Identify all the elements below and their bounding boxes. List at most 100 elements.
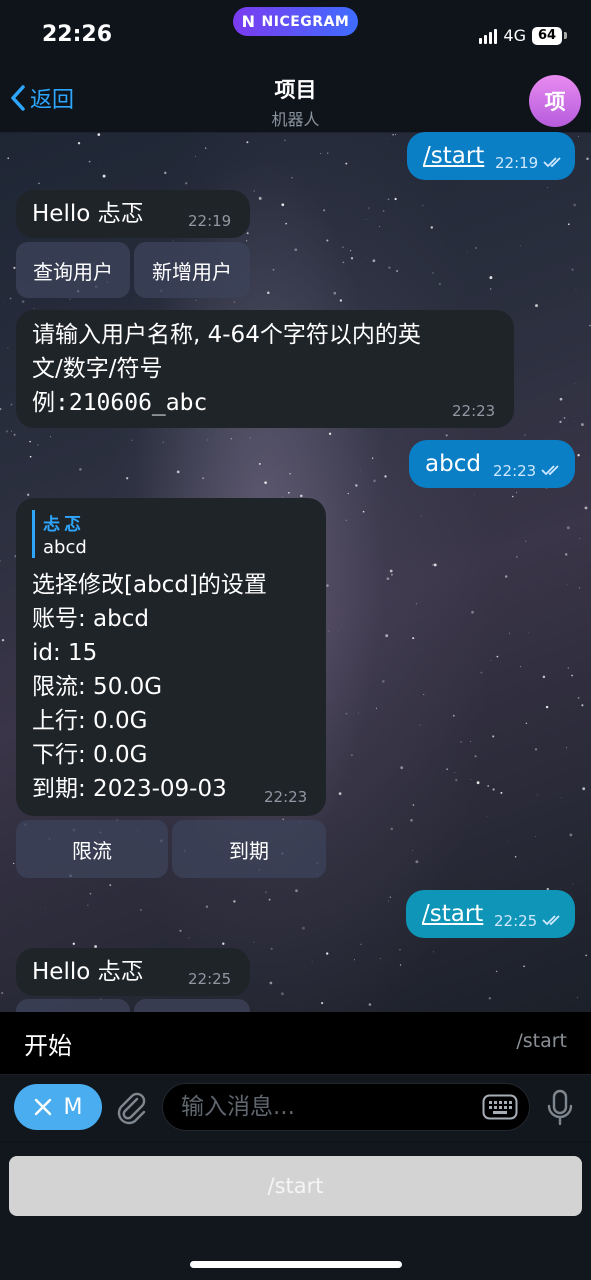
star — [176, 470, 180, 474]
star — [205, 905, 209, 908]
star — [399, 964, 402, 966]
star — [265, 891, 267, 894]
star — [490, 660, 492, 662]
star — [33, 308, 35, 310]
status-indicators: 4G 64 — [479, 26, 567, 45]
outgoing-message[interactable]: abcd 22:23 — [409, 440, 575, 488]
reply-quote[interactable]: 忐忑 abcd — [32, 510, 87, 558]
home-indicator — [190, 1261, 402, 1268]
star — [535, 836, 536, 838]
star — [563, 417, 566, 419]
star — [580, 423, 584, 427]
clock: 22:26 — [42, 22, 113, 47]
star — [99, 164, 101, 166]
limit-button[interactable]: 限流 — [16, 820, 168, 878]
star — [269, 981, 273, 985]
star — [433, 951, 435, 953]
microphone-icon[interactable] — [546, 1089, 574, 1127]
star — [542, 675, 546, 679]
star — [566, 747, 568, 749]
query-user-button[interactable]: 查询用户 — [16, 242, 130, 298]
message-input[interactable] — [162, 1083, 530, 1131]
star — [258, 196, 262, 200]
outgoing-message[interactable]: /start 22:25 — [406, 890, 575, 938]
star — [29, 440, 31, 443]
incoming-message[interactable]: 请输入用户名称, 4-64个字符以内的英 文/数字/符号 例:210606_ab… — [16, 310, 514, 428]
command-name: /start — [516, 1030, 567, 1052]
star — [321, 1002, 324, 1005]
star — [1, 638, 5, 642]
incoming-message[interactable]: Hello 忐忑 22:25 — [16, 948, 250, 996]
star — [571, 268, 574, 271]
star — [507, 841, 509, 843]
star — [474, 494, 475, 495]
signal-icon — [479, 28, 498, 44]
add-user-button[interactable]: 新增用户 — [134, 242, 250, 298]
star — [320, 153, 322, 155]
star — [572, 883, 574, 885]
message-time: 22:19 — [188, 212, 232, 230]
star — [422, 204, 424, 206]
star — [445, 434, 448, 437]
message-line: 到期: 2023-09-03 — [32, 776, 227, 802]
outgoing-message[interactable]: /start 22:19 — [407, 132, 575, 180]
star — [355, 484, 358, 487]
star — [360, 469, 361, 471]
message-time: 22:23 — [493, 462, 537, 480]
paperclip-icon[interactable] — [113, 1089, 149, 1125]
star — [97, 133, 101, 136]
inline-button-partial[interactable] — [134, 999, 250, 1012]
star — [535, 304, 538, 308]
star — [7, 157, 10, 160]
star — [179, 929, 182, 932]
star — [475, 247, 477, 249]
star — [69, 298, 71, 300]
star — [368, 207, 370, 209]
expiry-button[interactable]: 到期 — [172, 820, 326, 878]
chat-title-area[interactable]: 项目 机器人 — [0, 74, 591, 130]
star — [281, 992, 284, 996]
star — [249, 437, 251, 439]
star — [378, 225, 380, 227]
star — [333, 291, 337, 295]
star — [371, 457, 374, 459]
star — [528, 631, 529, 633]
star — [582, 787, 586, 791]
star — [230, 438, 233, 440]
star — [375, 707, 377, 709]
star — [386, 577, 390, 581]
star — [253, 190, 255, 192]
command-link[interactable]: /start — [423, 139, 484, 173]
incoming-message[interactable]: 忐忑 abcd 选择修改[abcd]的设置 账号: abcd id: 15 限流… — [16, 498, 326, 816]
star — [571, 674, 573, 677]
incoming-message[interactable]: Hello 忐忑 22:19 — [16, 190, 250, 238]
star — [523, 965, 525, 967]
keyboard-icon[interactable] — [482, 1094, 518, 1120]
star — [388, 266, 391, 269]
star — [438, 282, 442, 286]
nicegram-badge[interactable]: N NICEGRAM — [233, 7, 358, 36]
star — [339, 299, 343, 302]
star — [489, 288, 492, 290]
command-link[interactable]: /start — [422, 897, 483, 931]
command-suggestion[interactable]: 开始 /start — [0, 1012, 591, 1075]
star — [488, 997, 492, 1000]
avatar[interactable]: 项 — [529, 75, 581, 127]
message-line: 下行: 0.0G — [32, 742, 148, 768]
menu-label: M — [63, 1094, 83, 1120]
star — [387, 198, 390, 201]
inline-button-partial[interactable] — [16, 999, 130, 1012]
star — [5, 430, 9, 433]
star — [281, 203, 285, 207]
star — [454, 771, 456, 774]
reply-keyboard-start-button[interactable]: /start — [9, 1156, 582, 1216]
star — [0, 559, 1, 562]
star — [38, 182, 40, 184]
star — [285, 222, 288, 225]
star — [140, 909, 142, 911]
message-line: 文/数字/符号 — [32, 356, 163, 382]
nicegram-label: NICEGRAM — [261, 13, 350, 30]
star — [102, 174, 106, 178]
battery-icon: 64 — [532, 26, 562, 45]
bot-menu-button[interactable]: M — [14, 1084, 102, 1130]
